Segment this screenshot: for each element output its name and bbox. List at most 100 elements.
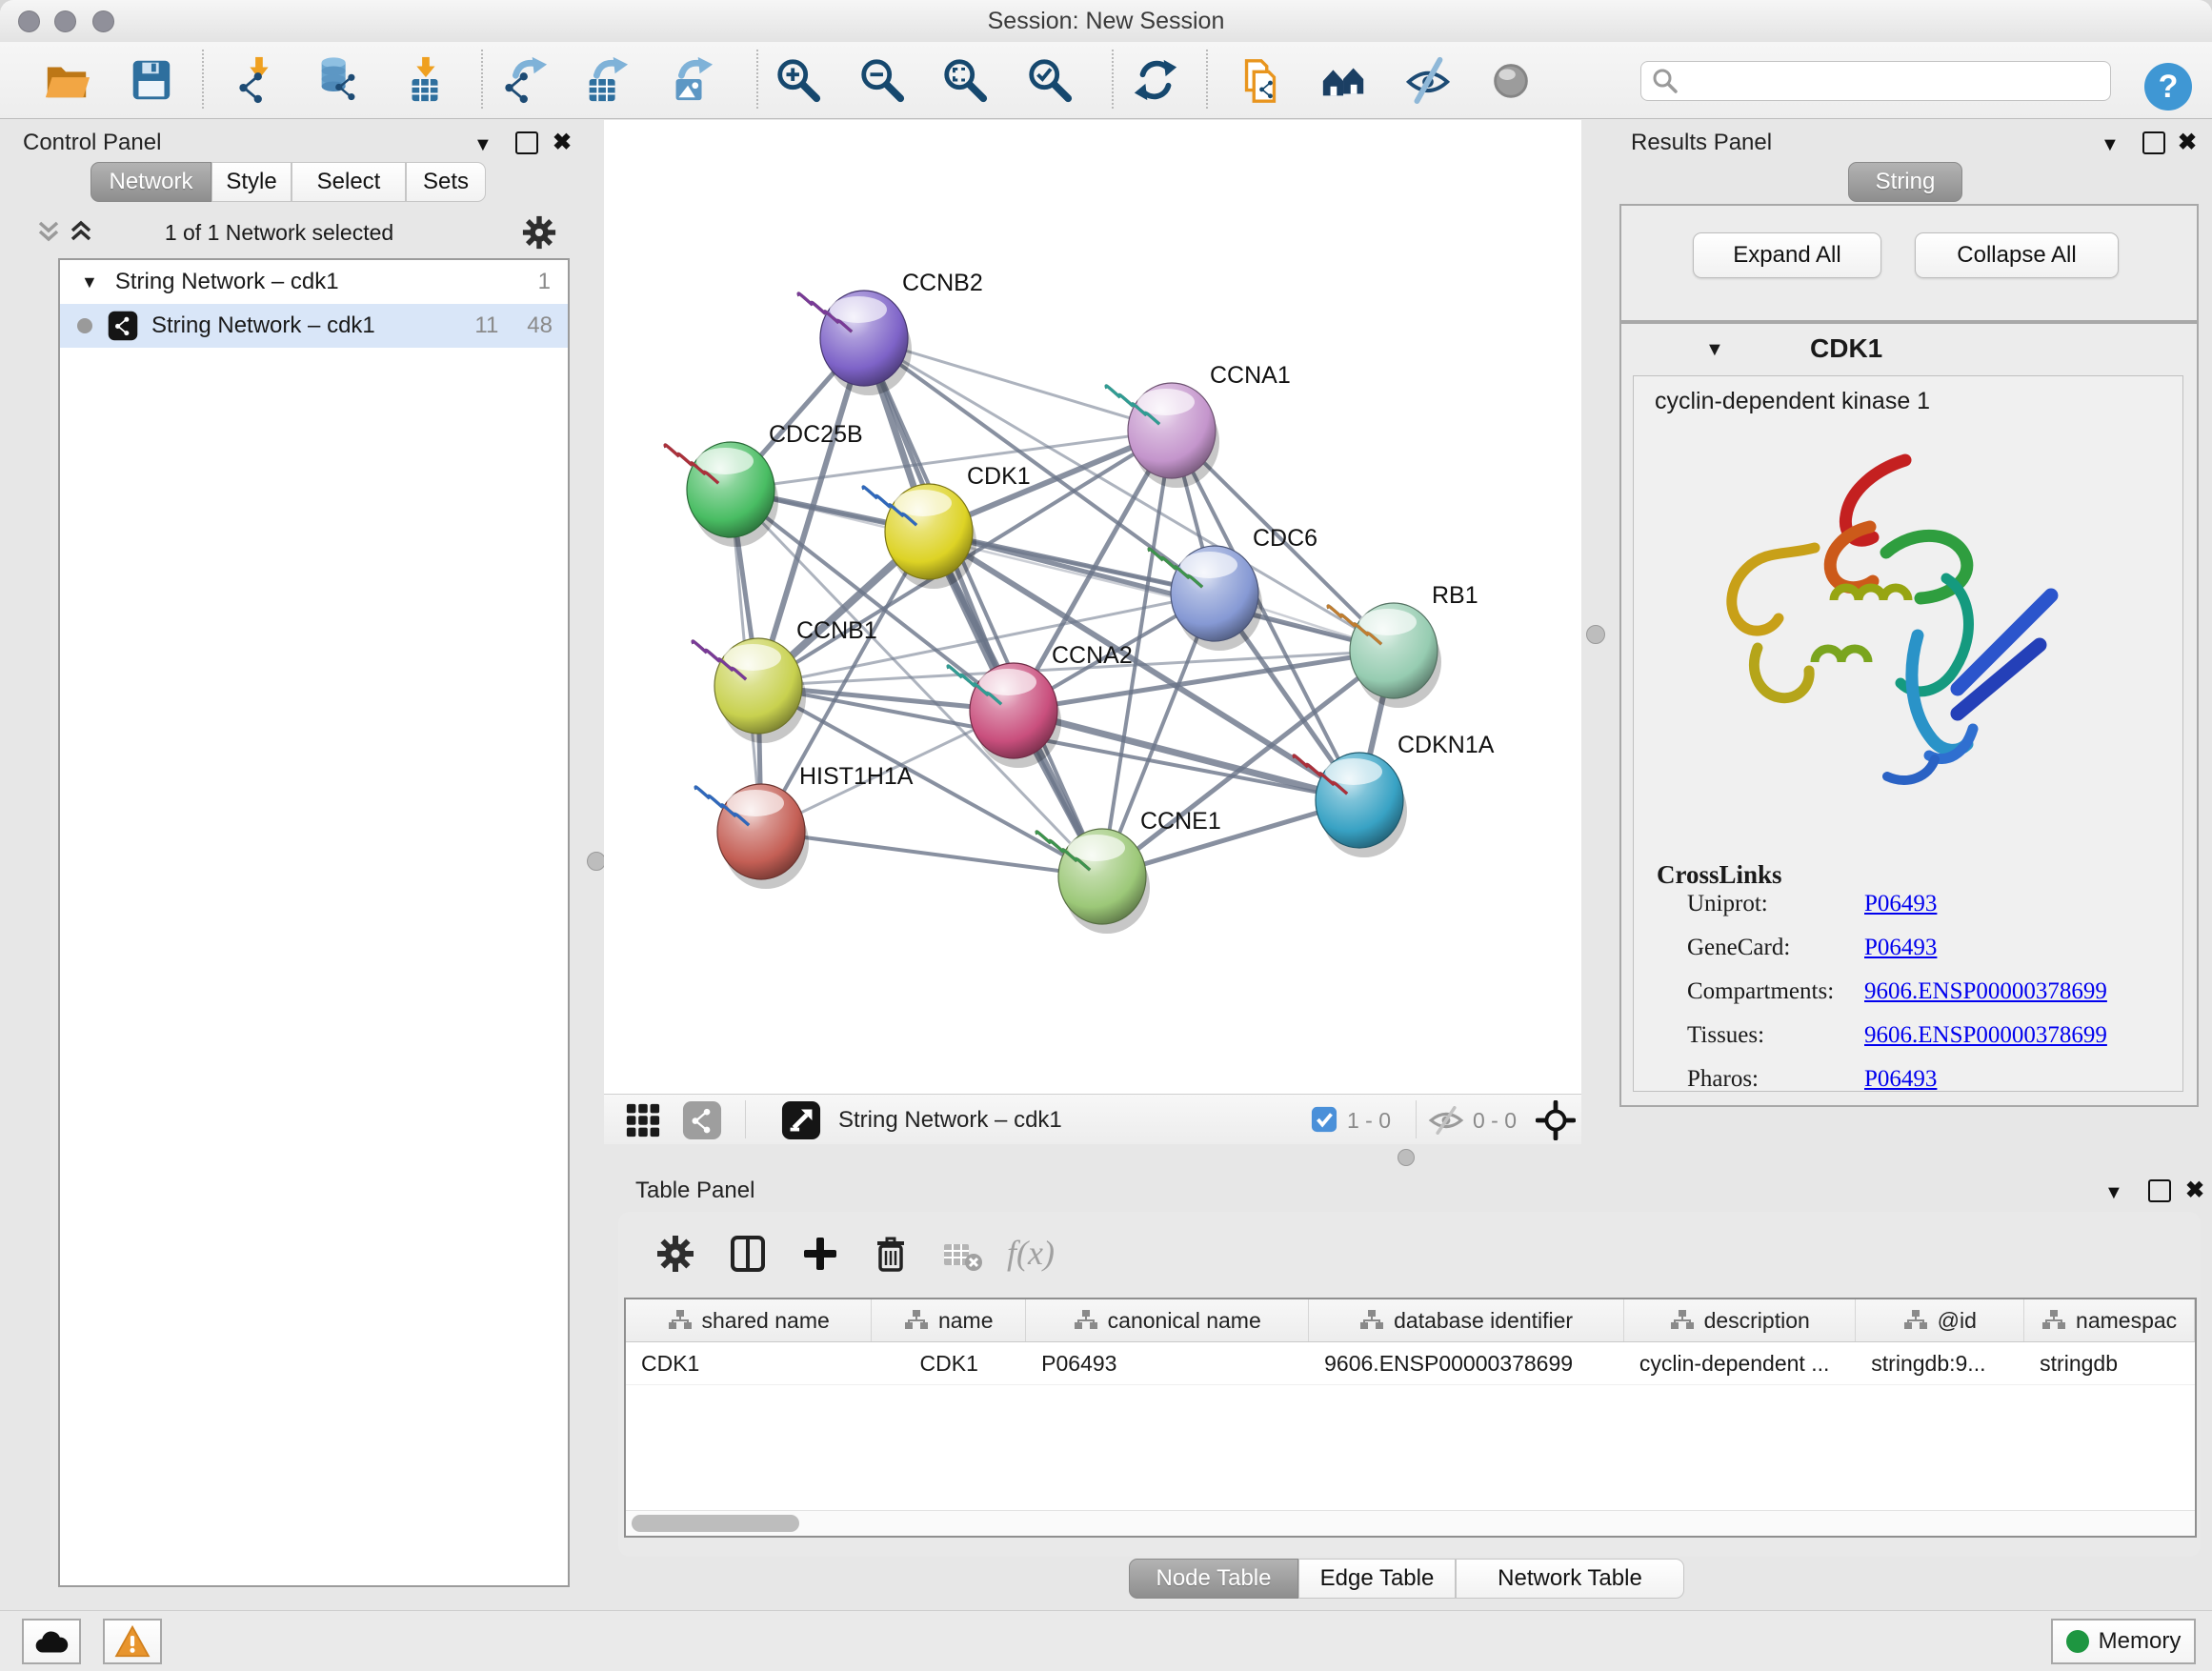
bottom-splitter-handle[interactable]	[1398, 1149, 1415, 1166]
node-HIST1H1A[interactable]	[695, 784, 809, 889]
zoom-selected-button[interactable]	[1019, 51, 1080, 109]
import-table-button[interactable]	[394, 51, 455, 109]
column-header[interactable]: shared name	[626, 1299, 872, 1341]
column-header[interactable]: canonical name	[1026, 1299, 1309, 1341]
save-button[interactable]	[120, 51, 181, 109]
network-row[interactable]: String Network – cdk1 11 48	[60, 304, 568, 348]
crosslink-link[interactable]: P06493	[1864, 1066, 1937, 1093]
selected-checkbox-icon[interactable]	[1311, 1106, 1337, 1133]
memory-button[interactable]: Memory	[2051, 1619, 2196, 1664]
crosslink-link[interactable]: P06493	[1864, 891, 1937, 917]
zoom-out-button[interactable]	[852, 51, 913, 109]
table-panel-close-icon[interactable]: ✖	[2185, 1179, 2204, 1202]
column-header[interactable]: name	[872, 1299, 1026, 1341]
crosslink-link[interactable]: P06493	[1864, 935, 1937, 961]
home-neighbors-button[interactable]	[1314, 51, 1375, 109]
column-header[interactable]: database identifier	[1309, 1299, 1624, 1341]
expand-all-networks-icon[interactable]	[69, 219, 93, 244]
node-CCNA2[interactable]	[948, 663, 1061, 768]
open-folder-button[interactable]	[36, 51, 97, 109]
node-CCNA1[interactable]	[1106, 383, 1219, 488]
svg-text:?: ?	[2159, 69, 2179, 105]
search-input[interactable]	[1685, 68, 2110, 95]
string-view-icon[interactable]	[682, 1100, 722, 1140]
add-column-icon[interactable]	[801, 1235, 839, 1273]
zoom-in-button[interactable]	[768, 51, 829, 109]
hidden-eye-slash-icon[interactable]	[1427, 1106, 1465, 1135]
help-button[interactable]: ?	[2142, 61, 2194, 112]
export-image-button[interactable]	[659, 51, 720, 109]
node-CCNB2[interactable]	[798, 291, 912, 395]
node-CCNB1[interactable]	[693, 638, 806, 743]
node-CDKN1A[interactable]	[1294, 753, 1407, 857]
import-network-button[interactable]	[228, 51, 289, 109]
birds-eye-grid-icon[interactable]	[625, 1102, 661, 1138]
entry-expander-icon[interactable]: ▼	[1705, 339, 1724, 361]
column-header[interactable]: namespac	[2024, 1299, 2195, 1341]
network-graph[interactable]: CCNB2CCNA1CDC25BCDK1CDC6RB1CCNB1CCNA2CDK…	[604, 120, 1581, 1094]
column-header[interactable]: @id	[1856, 1299, 2024, 1341]
toolbar-separator	[1112, 50, 1114, 109]
search-box[interactable]	[1640, 61, 2111, 101]
edge-CCNB2-CCNE1[interactable]	[864, 338, 1102, 876]
tab-select[interactable]: Select	[292, 162, 406, 202]
collection-expander-icon[interactable]: ▼	[81, 272, 98, 292]
fit-content-crosshair-icon[interactable]	[1536, 1100, 1576, 1140]
node-CDC25B[interactable]	[665, 442, 778, 547]
table-horizontal-scrollbar[interactable]	[626, 1510, 2195, 1536]
zoom-fit-button[interactable]	[935, 51, 995, 109]
refresh-icon	[1131, 54, 1180, 106]
results-panel-close-icon[interactable]: ✖	[2178, 131, 2197, 154]
detach-view-icon[interactable]	[781, 1100, 821, 1140]
table-scrollbar-thumb[interactable]	[632, 1515, 799, 1532]
results-panel-float-icon[interactable]	[2142, 131, 2165, 159]
hide-selected-button[interactable]	[1398, 51, 1458, 109]
cloud-button[interactable]	[22, 1619, 81, 1664]
network-collection-row[interactable]: ▼ String Network – cdk1 1	[60, 260, 568, 304]
refresh-button[interactable]	[1125, 51, 1186, 109]
table-row[interactable]: CDK1CDK1P064939606.ENSP00000378699cyclin…	[626, 1342, 2195, 1385]
warnings-button[interactable]	[103, 1619, 162, 1664]
control-panel-float-icon[interactable]	[515, 131, 538, 159]
node-CDC6[interactable]	[1149, 546, 1262, 651]
crosslink-label: Tissues:	[1687, 1022, 1764, 1049]
toolbar-separator	[481, 50, 483, 109]
collapse-all-networks-icon[interactable]	[36, 219, 61, 244]
string-network-icon	[108, 311, 138, 341]
left-splitter-handle[interactable]	[587, 852, 606, 871]
edge-CDK1-RB1[interactable]	[929, 532, 1394, 651]
clone-network-button[interactable]	[1230, 51, 1291, 109]
tab-node-table[interactable]: Node Table	[1129, 1559, 1298, 1599]
right-splitter-handle[interactable]	[1586, 625, 1605, 644]
toolbar-separator	[756, 50, 758, 109]
results-panel-collapse-icon[interactable]: ▼	[2101, 135, 2120, 154]
tab-style[interactable]: Style	[211, 162, 292, 202]
network-options-gear-icon[interactable]	[522, 215, 556, 250]
node-RB1[interactable]	[1328, 603, 1441, 708]
expand-all-button[interactable]: Expand All	[1693, 232, 1881, 278]
show-all-button[interactable]	[1480, 51, 1541, 109]
table-panel-collapse-icon[interactable]: ▼	[2104, 1183, 2123, 1202]
node-CCNE1[interactable]	[1036, 829, 1150, 934]
network-canvas[interactable]: CCNB2CCNA1CDC25BCDK1CDC6RB1CCNB1CCNA2CDK…	[604, 120, 1581, 1094]
tab-string[interactable]: String	[1848, 162, 1962, 202]
table-panel-float-icon[interactable]	[2148, 1179, 2171, 1207]
delete-column-icon[interactable]	[872, 1235, 910, 1273]
export-table-button[interactable]	[574, 51, 635, 109]
edge-HIST1H1A-CCNE1[interactable]	[761, 832, 1102, 876]
tab-sets[interactable]: Sets	[406, 162, 486, 202]
table-options-gear-icon[interactable]	[656, 1235, 694, 1273]
tab-edge-table[interactable]: Edge Table	[1298, 1559, 1456, 1599]
crosslink-link[interactable]: 9606.ENSP00000378699	[1864, 1022, 2107, 1049]
crosslink-link[interactable]: 9606.ENSP00000378699	[1864, 978, 2107, 1005]
show-columns-icon[interactable]	[729, 1235, 767, 1273]
export-network-button[interactable]	[493, 51, 554, 109]
tab-network-table[interactable]: Network Table	[1456, 1559, 1684, 1599]
tab-network[interactable]: Network	[90, 162, 211, 202]
import-database-button[interactable]	[307, 51, 368, 109]
column-header[interactable]: description	[1624, 1299, 1856, 1341]
collapse-all-button[interactable]: Collapse All	[1915, 232, 2119, 278]
control-panel-close-icon[interactable]: ✖	[553, 131, 572, 154]
control-panel-collapse-icon[interactable]: ▼	[473, 135, 493, 154]
control-panel: Control Panel ▼ ✖ Network Style Select S…	[8, 120, 591, 1589]
